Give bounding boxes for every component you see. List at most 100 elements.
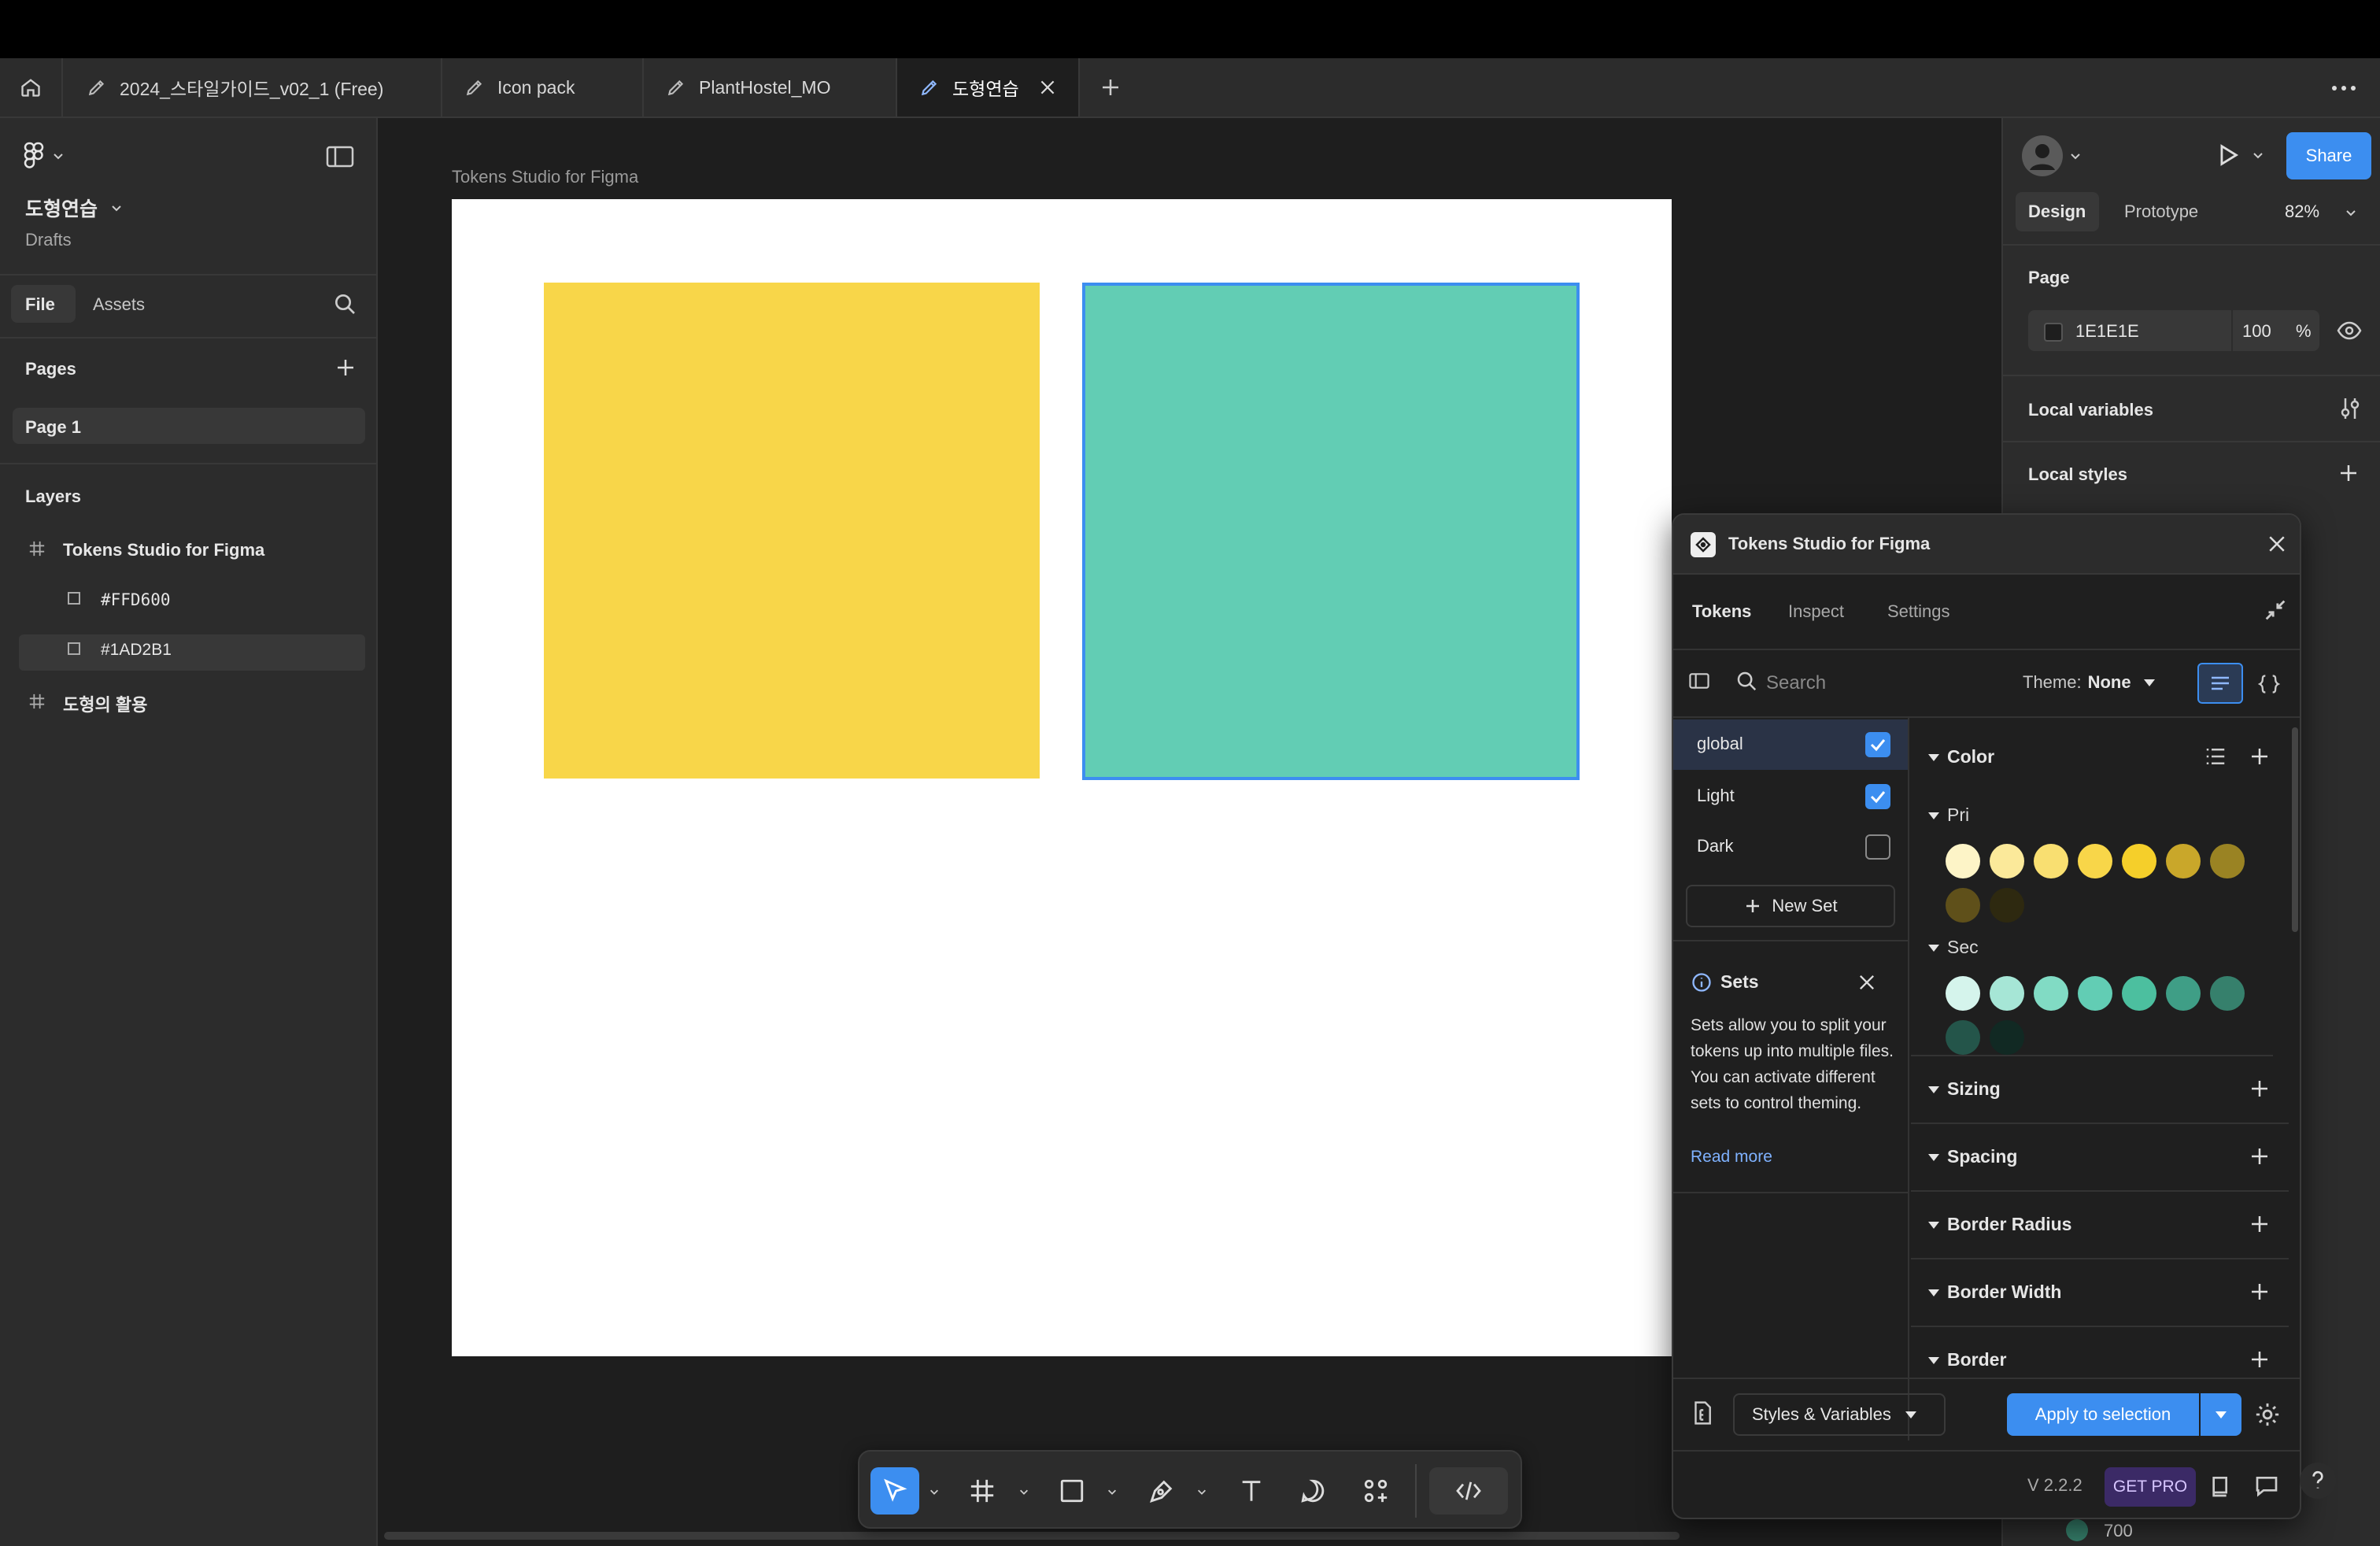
file-name[interactable]: 도형연습 (25, 194, 123, 222)
color-token-swatch[interactable] (1946, 1020, 1980, 1055)
page-color-swatch[interactable] (2044, 323, 2063, 342)
actions-tool-button[interactable] (1352, 1467, 1399, 1515)
close-icon[interactable] (2265, 532, 2289, 556)
color-token-swatch[interactable] (2122, 976, 2156, 1011)
main-menu-button[interactable] (24, 142, 65, 170)
frame-tool-button[interactable] (959, 1467, 1006, 1515)
close-icon[interactable] (1037, 77, 1058, 98)
chevron-down-icon[interactable] (2345, 206, 2357, 219)
book-icon[interactable] (2208, 1474, 2234, 1499)
more-options-button[interactable] (2330, 77, 2358, 103)
plugin-tab-inspect[interactable]: Inspect (1788, 601, 1844, 622)
color-token-swatch[interactable] (2034, 976, 2068, 1011)
present-button[interactable] (2214, 142, 2264, 168)
set-checkbox-global[interactable] (1865, 732, 1890, 757)
variables-icon[interactable] (2338, 395, 2362, 422)
layer-frame-shapes[interactable]: 도형의 활용 (63, 691, 147, 716)
apply-to-selection-button[interactable]: Apply to selection (2007, 1393, 2199, 1436)
green-rectangle-selected[interactable] (1082, 283, 1580, 780)
set-checkbox-dark[interactable] (1865, 834, 1890, 860)
json-view-button[interactable] (2249, 664, 2289, 704)
zoom-level[interactable]: 82% (2285, 202, 2319, 222)
chevron-down-icon[interactable] (1196, 1486, 1207, 1497)
token-subgroup-sec[interactable]: Sec (1928, 937, 1979, 958)
color-token-swatch[interactable] (2166, 976, 2201, 1011)
color-token-swatch[interactable] (2210, 844, 2245, 878)
plus-icon[interactable] (2248, 745, 2271, 768)
color-token-swatch[interactable] (2166, 844, 2201, 878)
page-color-hex[interactable]: 1E1E1E (2075, 321, 2139, 342)
home-button[interactable] (0, 58, 63, 117)
dev-mode-toggle[interactable] (1429, 1467, 1508, 1515)
page-fill-field[interactable] (2028, 310, 2319, 351)
horizontal-scrollbar[interactable] (384, 1532, 1680, 1540)
color-token-swatch[interactable] (2122, 844, 2156, 878)
tab-prototype[interactable]: Prototype (2124, 202, 2198, 222)
pen-tool-button[interactable] (1138, 1467, 1185, 1515)
chevron-down-icon[interactable] (1107, 1486, 1118, 1497)
plus-icon[interactable] (2248, 1280, 2271, 1304)
get-pro-button[interactable]: GET PRO (2105, 1467, 2196, 1507)
collapse-icon[interactable] (2262, 597, 2289, 623)
new-set-button[interactable]: New Set (1686, 885, 1895, 927)
styles-variables-dropdown[interactable]: Styles & Variables (1733, 1393, 1946, 1436)
color-token-swatch[interactable] (1990, 844, 2024, 878)
apply-options-button[interactable] (2201, 1393, 2241, 1436)
local-styles[interactable]: Local styles (2028, 464, 2127, 485)
color-token-swatch[interactable] (2034, 844, 2068, 878)
plus-icon[interactable] (2337, 461, 2360, 485)
color-token-swatch[interactable] (1990, 1020, 2024, 1055)
add-page-button[interactable] (334, 356, 357, 383)
plus-icon[interactable] (2248, 1077, 2271, 1100)
shape-tool-button[interactable] (1048, 1467, 1096, 1515)
color-token-swatch[interactable] (2078, 844, 2112, 878)
layer-rect-ffd600[interactable]: #FFD600 (101, 590, 171, 609)
theme-selector[interactable]: Theme: None (2023, 672, 2163, 693)
color-token-swatch[interactable] (1990, 976, 2024, 1011)
yellow-rectangle[interactable] (544, 283, 1040, 779)
color-token-swatch[interactable] (2210, 976, 2245, 1011)
help-button[interactable] (2300, 1463, 2336, 1499)
set-checkbox-light[interactable] (1865, 784, 1890, 809)
new-tab-button[interactable] (1099, 76, 1122, 103)
page-opacity[interactable]: 100 (2242, 321, 2271, 342)
read-more-link[interactable]: Read more (1691, 1148, 1772, 1167)
chevron-down-icon[interactable] (929, 1486, 940, 1497)
token-group-border-radius[interactable]: Border Radius (1911, 1192, 2289, 1259)
tab-file-2[interactable]: Icon pack (442, 58, 644, 117)
file-sync-icon[interactable] (1691, 1400, 1714, 1426)
token-group-sizing[interactable]: Sizing (1911, 1056, 2289, 1124)
text-tool-button[interactable] (1228, 1467, 1275, 1515)
token-group-border-width[interactable]: Border Width (1911, 1259, 2289, 1327)
token-group-color[interactable]: Color (1928, 746, 1994, 767)
color-token-swatch[interactable] (1946, 888, 1980, 923)
list-icon[interactable] (2204, 745, 2227, 768)
share-button[interactable]: Share (2286, 132, 2371, 179)
feedback-icon[interactable] (2254, 1474, 2279, 1499)
color-token-swatch[interactable] (1990, 888, 2024, 923)
plus-icon[interactable] (2248, 1145, 2271, 1168)
user-menu[interactable] (2022, 135, 2082, 176)
color-token-swatch[interactable] (1946, 844, 1980, 878)
tokens-scrollbar[interactable] (2292, 727, 2298, 932)
tab-file-1[interactable]: 2024_스타일가이드_v02_1 (Free) (65, 58, 442, 117)
list-view-button[interactable] (2197, 663, 2243, 704)
token-search-input[interactable]: Search (1766, 672, 1826, 694)
eye-icon[interactable] (2337, 320, 2362, 342)
tab-file-4[interactable]: 도형연습 (897, 58, 1080, 117)
color-token-swatch[interactable] (2078, 976, 2112, 1011)
plus-icon[interactable] (2248, 1348, 2271, 1371)
tab-file-3[interactable]: PlantHostel_MO (644, 58, 897, 117)
sidebar-toggle-icon[interactable] (1689, 671, 1709, 691)
tab-assets[interactable]: Assets (93, 294, 145, 315)
color-token-swatch[interactable] (1946, 976, 1980, 1011)
toggle-sidebar-button[interactable] (326, 145, 354, 172)
comment-tool-button[interactable] (1289, 1467, 1336, 1515)
token-group-border[interactable]: Border (1911, 1327, 2289, 1395)
plus-icon[interactable] (2248, 1212, 2271, 1236)
chevron-down-icon[interactable] (1018, 1486, 1029, 1497)
local-variables[interactable]: Local variables (2028, 400, 2153, 420)
frame-label[interactable]: Tokens Studio for Figma (452, 167, 638, 187)
move-tool-button[interactable] (870, 1467, 919, 1515)
search-layers-button[interactable] (332, 291, 357, 320)
